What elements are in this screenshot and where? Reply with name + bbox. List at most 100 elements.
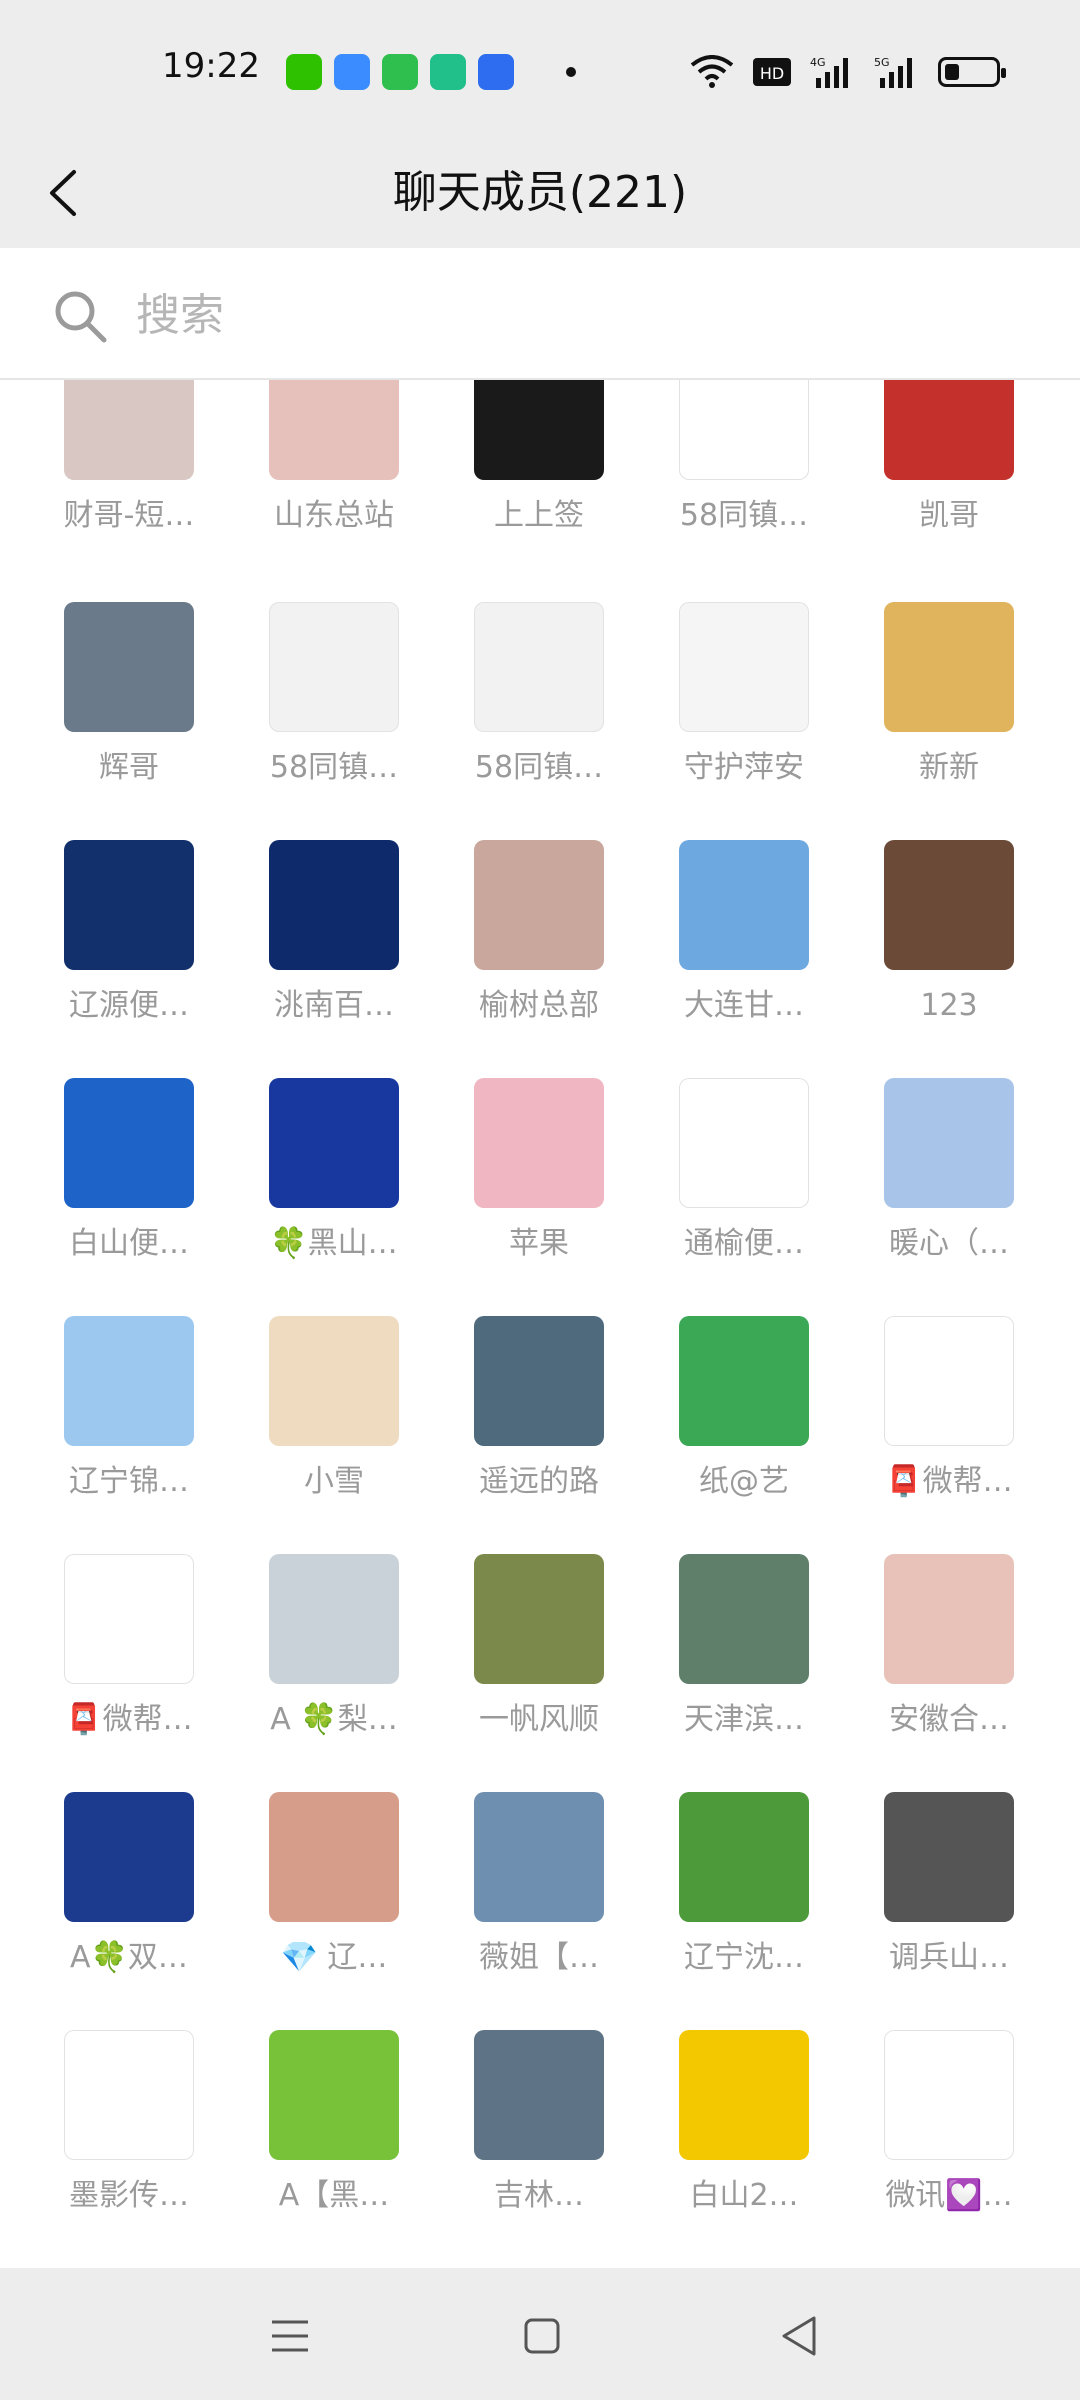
member-avatar [269, 2030, 399, 2160]
member-item[interactable]: 天津滨… [641, 1554, 847, 1764]
member-item[interactable]: 薇姐【… [436, 1792, 642, 2002]
member-avatar [474, 602, 604, 732]
member-item[interactable]: 暖心（… [846, 1078, 1052, 1288]
member-item[interactable]: 辽源便… [26, 840, 232, 1050]
search-input[interactable] [134, 282, 1018, 348]
member-avatar [64, 380, 194, 480]
member-avatar [679, 2030, 809, 2160]
member-item[interactable]: 58同镇… [231, 602, 437, 812]
member-item[interactable]: 微讯💟… [846, 2030, 1052, 2240]
home-icon[interactable] [514, 2308, 570, 2364]
member-avatar [884, 840, 1014, 970]
member-item[interactable]: 一帆风顺 [436, 1554, 642, 1764]
member-avatar [64, 1554, 194, 1684]
member-item[interactable]: 苹果 [436, 1078, 642, 1288]
member-item[interactable]: 辽宁锦… [26, 1316, 232, 1526]
member-avatar [64, 602, 194, 732]
member-item[interactable]: 58同镇… [641, 380, 847, 560]
member-item[interactable]: 调兵山… [846, 1792, 1052, 2002]
member-name: 123 [920, 988, 978, 1023]
blue-badge-app-icon [478, 54, 514, 90]
member-item[interactable]: 辉哥 [26, 602, 232, 812]
member-avatar [269, 1554, 399, 1684]
member-name: 大连甘… [684, 988, 804, 1023]
member-name: 辽宁沈… [684, 1940, 804, 1975]
member-item[interactable]: 财哥-短… [26, 380, 232, 560]
member-avatar [474, 1792, 604, 1922]
member-item[interactable]: 💎 辽… [231, 1792, 437, 2002]
member-avatar [474, 380, 604, 480]
back-triangle-icon[interactable] [772, 2308, 828, 2364]
member-avatar [679, 1078, 809, 1208]
member-avatar [884, 2030, 1014, 2160]
member-item[interactable]: 墨影传… [26, 2030, 232, 2240]
member-item[interactable]: 上上签 [436, 380, 642, 560]
navigation-bar [0, 2268, 1080, 2400]
member-avatar [269, 602, 399, 732]
member-avatar [884, 602, 1014, 732]
member-name: 微讯💟… [885, 2178, 1013, 2213]
member-avatar [679, 602, 809, 732]
member-avatar [679, 380, 809, 480]
signal-5g-icon: 5G [874, 56, 912, 88]
member-avatar [269, 1792, 399, 1922]
member-name: 薇姐【… [479, 1940, 599, 1975]
menu-icon[interactable] [262, 2308, 318, 2364]
member-name: 58同镇… [269, 750, 399, 785]
member-item[interactable]: 吉林… [436, 2030, 642, 2240]
member-name: 苹果 [509, 1226, 569, 1261]
member-name: 吉林… [494, 2178, 584, 2213]
member-item[interactable]: A 🍀梨… [231, 1554, 437, 1764]
chevron-left-icon [50, 170, 76, 216]
member-item[interactable]: 123 [846, 840, 1052, 1050]
member-item[interactable]: 安徽合… [846, 1554, 1052, 1764]
member-name: 纸@艺 [699, 1464, 789, 1499]
member-name: 🍀黑山… [270, 1226, 398, 1261]
member-item[interactable]: 通榆便… [641, 1078, 847, 1288]
member-grid: 财哥-短… 山东总站 上上签 58同镇… 凯哥 辉哥 58同镇… 58同镇… 守护萍安 新新 辽源便… [0, 380, 1080, 2268]
messages-icon [382, 54, 418, 90]
member-item[interactable]: 白山便… [26, 1078, 232, 1288]
member-avatar [269, 1078, 399, 1208]
system-icons: HD 4G 5G [690, 50, 1006, 94]
member-item[interactable]: 大连甘… [641, 840, 847, 1050]
member-name: 凯哥 [919, 498, 979, 533]
member-item[interactable]: 山东总站 [231, 380, 437, 560]
member-name: 遥远的路 [479, 1464, 599, 1499]
svg-text:5G: 5G [874, 56, 890, 69]
member-item[interactable]: 新新 [846, 602, 1052, 812]
member-item[interactable]: A【黑… [231, 2030, 437, 2240]
member-item[interactable]: 58同镇… [436, 602, 642, 812]
back-button[interactable] [30, 158, 100, 228]
member-item[interactable]: 🍀黑山… [231, 1078, 437, 1288]
member-avatar [474, 1078, 604, 1208]
member-avatar [64, 1316, 194, 1446]
member-item[interactable]: 守护萍安 [641, 602, 847, 812]
signal-4g-icon: 4G [810, 56, 848, 88]
search-icon [55, 291, 107, 343]
member-item[interactable]: 遥远的路 [436, 1316, 642, 1526]
member-avatar [679, 1554, 809, 1684]
member-item[interactable]: 辽宁沈… [641, 1792, 847, 2002]
member-item[interactable]: 小雪 [231, 1316, 437, 1526]
member-item[interactable]: 白山2… [641, 2030, 847, 2240]
member-item[interactable]: 凯哥 [846, 380, 1052, 560]
member-avatar [474, 1554, 604, 1684]
member-name: A🍀双… [70, 1940, 188, 1975]
member-item[interactable]: 洮南百… [231, 840, 437, 1050]
member-avatar [474, 1316, 604, 1446]
member-avatar [64, 2030, 194, 2160]
status-time: 19:22 [162, 46, 260, 86]
member-item[interactable]: 📮微帮… [846, 1316, 1052, 1526]
member-item[interactable]: A🍀双… [26, 1792, 232, 2002]
more-notifications-dot [566, 67, 576, 77]
member-item[interactable]: 📮微帮… [26, 1554, 232, 1764]
member-item[interactable]: 纸@艺 [641, 1316, 847, 1526]
member-avatar [884, 1316, 1014, 1446]
member-item[interactable]: 榆树总部 [436, 840, 642, 1050]
title-bar: 聊天成员(221) [0, 140, 1080, 248]
member-avatar [269, 380, 399, 480]
member-name: 辽源便… [69, 988, 189, 1023]
green-app-icon [430, 54, 466, 90]
member-name: 小雪 [304, 1464, 364, 1499]
